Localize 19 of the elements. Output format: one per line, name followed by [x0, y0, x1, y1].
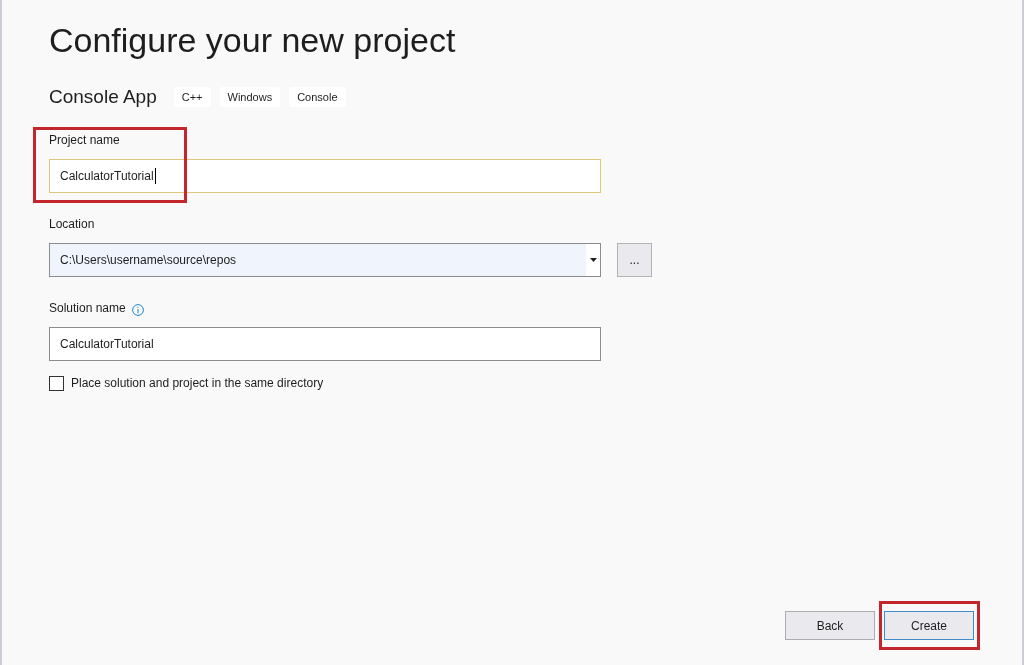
checkbox-label: Place solution and project in the same directory	[71, 375, 324, 391]
template-tag: Windows	[219, 87, 281, 107]
dialog-button[interactable]: Create	[884, 611, 974, 640]
info-icon[interactable]	[131, 303, 144, 316]
location-dropdown[interactable]: C:\Users\username\source\repos	[49, 243, 601, 277]
text-field[interactable]: CalculatorTutorial	[49, 327, 601, 361]
page-title: Configure your new project	[49, 20, 456, 60]
template-tag: Console	[289, 87, 346, 107]
field-label: Location	[49, 216, 95, 232]
template-name: Console App	[49, 85, 157, 109]
browse-button[interactable]: ...	[617, 243, 652, 277]
text-field[interactable]: CalculatorTutorial	[49, 159, 601, 193]
text-cursor-icon	[154, 168, 156, 184]
field-label: Project name	[49, 132, 120, 148]
checkbox[interactable]	[49, 375, 64, 391]
caret-icon	[589, 258, 597, 262]
dialog-button[interactable]: Back	[785, 611, 875, 640]
field-label: Solution name	[49, 300, 126, 316]
template-tag: C++	[173, 87, 211, 107]
